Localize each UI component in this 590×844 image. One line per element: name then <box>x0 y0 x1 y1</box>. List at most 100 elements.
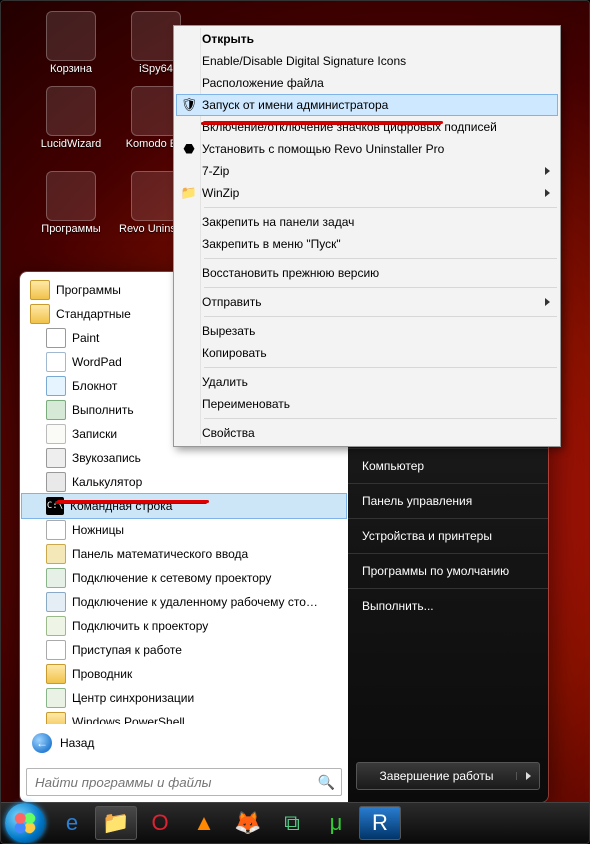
program-label: Проводник <box>72 667 132 681</box>
context-menu-label: Удалить <box>202 375 546 389</box>
program-item[interactable]: Панель математического ввода <box>22 542 346 566</box>
context-menu-icon: 🛡 <box>176 97 202 113</box>
context-menu-item[interactable]: 7-Zip <box>176 160 558 182</box>
taskbar-item-app1[interactable]: ⧉ <box>271 806 313 840</box>
context-menu-item[interactable]: 🛡Запуск от имени администратора <box>176 94 558 116</box>
context-menu-item[interactable]: Переименовать <box>176 393 558 415</box>
start-right-item[interactable]: Компьютер <box>348 453 548 479</box>
context-menu-item[interactable]: Включение/отключение значков цифровых по… <box>176 116 558 138</box>
context-menu-label: Расположение файла <box>202 76 546 90</box>
context-menu-item[interactable]: 📁WinZip <box>176 182 558 204</box>
context-menu-label: Свойства <box>202 426 546 440</box>
context-menu-label: Отправить <box>202 295 546 309</box>
context-menu-label: Переименовать <box>202 397 546 411</box>
search-input[interactable] <box>33 770 318 794</box>
program-item[interactable]: Ножницы <box>22 518 346 542</box>
program-label: Блокнот <box>72 379 117 393</box>
program-label: Подключить к проектору <box>72 619 208 633</box>
program-item[interactable]: Центр синхронизации <box>22 686 346 710</box>
program-item[interactable]: Калькулятор <box>22 470 346 494</box>
back-icon: ← <box>32 733 52 753</box>
search-box[interactable]: 🔍 <box>26 768 342 796</box>
program-label: Стандартные <box>56 307 131 321</box>
program-label: Windows PowerShell <box>72 715 185 724</box>
program-item[interactable]: Проводник <box>22 662 346 686</box>
program-item[interactable]: Подключение к удаленному рабочему сто… <box>22 590 346 614</box>
context-menu: Открыть Enable/Disable Digital Signature … <box>173 25 561 447</box>
start-right-item[interactable]: Панель управления <box>348 488 548 514</box>
start-button[interactable] <box>5 803 45 843</box>
context-menu-label: Запуск от имени администратора <box>202 98 546 112</box>
context-menu-item[interactable]: Закрепить в меню "Пуск" <box>176 233 558 255</box>
context-menu-item[interactable]: Закрепить на панели задач <box>176 211 558 233</box>
taskbar-item-firefox[interactable]: 🦊 <box>227 806 269 840</box>
program-item[interactable]: Подключение к сетевому проектору <box>22 566 346 590</box>
taskbar-item-utorrent[interactable]: μ <box>315 806 357 840</box>
program-label: WordPad <box>72 355 122 369</box>
program-icon <box>46 352 66 372</box>
context-menu-item[interactable]: Удалить <box>176 371 558 393</box>
program-icon <box>46 376 66 396</box>
taskbar-item-app2[interactable]: R <box>359 806 401 840</box>
context-menu-label: Enable/Disable Digital Signature Icons <box>202 54 546 68</box>
program-icon <box>46 616 66 636</box>
context-menu-label: Закрепить в меню "Пуск" <box>202 237 546 251</box>
context-menu-label: Открыть <box>202 32 546 46</box>
program-label: Приступая к работе <box>72 643 182 657</box>
program-item[interactable]: Звукозапись <box>22 446 346 470</box>
shutdown-button[interactable]: Завершение работы <box>356 762 540 790</box>
desktop-icon[interactable]: LucidWizard <box>31 86 111 150</box>
program-icon: C:\ <box>46 497 64 515</box>
program-icon <box>46 640 66 660</box>
taskbar-item-ie[interactable]: e <box>51 806 93 840</box>
back-button[interactable]: ← Назад <box>24 728 344 758</box>
start-right-item[interactable]: Устройства и принтеры <box>348 523 548 549</box>
shutdown-label: Завершение работы <box>357 769 516 783</box>
program-item[interactable]: C:\ Командная строка <box>22 494 346 518</box>
program-label: Калькулятор <box>72 475 142 489</box>
search-icon: 🔍 <box>318 774 335 791</box>
program-icon <box>46 664 66 684</box>
context-menu-label: Установить с помощью Revo Uninstaller Pr… <box>202 142 546 156</box>
start-right-item[interactable]: Выполнить... <box>348 593 548 619</box>
context-menu-item[interactable]: Открыть <box>176 28 558 50</box>
context-menu-item[interactable]: Отправить <box>176 291 558 313</box>
program-item[interactable]: Windows PowerShell <box>22 710 346 724</box>
program-label: Программы <box>56 283 121 297</box>
program-label: Командная строка <box>70 499 172 513</box>
context-menu-item[interactable]: Вырезать <box>176 320 558 342</box>
taskbar-item-aimp[interactable]: ▲ <box>183 806 225 840</box>
desktop-icon[interactable]: Программы <box>31 171 111 235</box>
program-item[interactable]: Подключить к проектору <box>22 614 346 638</box>
program-icon <box>46 544 66 564</box>
program-label: Записки <box>72 427 117 441</box>
context-menu-item[interactable]: Копировать <box>176 342 558 364</box>
context-menu-item[interactable]: ⬣Установить с помощью Revo Uninstaller P… <box>176 138 558 160</box>
shutdown-options[interactable] <box>516 772 539 780</box>
program-icon <box>30 280 50 300</box>
context-menu-label: 7-Zip <box>202 164 546 178</box>
program-label: Подключение к сетевому проектору <box>72 571 271 585</box>
context-menu-icon: 📁 <box>176 185 202 201</box>
context-menu-item[interactable]: Свойства <box>176 422 558 444</box>
start-right-item[interactable]: Программы по умолчанию <box>348 558 548 584</box>
program-label: Paint <box>72 331 99 345</box>
context-menu-item[interactable]: Расположение файла <box>176 72 558 94</box>
context-menu-label: Закрепить на панели задач <box>202 215 546 229</box>
taskbar-item-explorer[interactable]: 📁 <box>95 806 137 840</box>
program-item[interactable]: Приступая к работе <box>22 638 346 662</box>
program-label: Выполнить <box>72 403 134 417</box>
context-menu-item[interactable]: Восстановить прежнюю версию <box>176 262 558 284</box>
program-label: Центр синхронизации <box>72 691 194 705</box>
program-icon <box>46 400 66 420</box>
context-menu-icon: ⬣ <box>176 141 202 157</box>
context-menu-label: WinZip <box>202 186 546 200</box>
taskbar-item-opera[interactable]: O <box>139 806 181 840</box>
context-menu-label: Восстановить прежнюю версию <box>202 266 546 280</box>
program-label: Ножницы <box>72 523 124 537</box>
program-icon <box>46 592 66 612</box>
desktop-icon[interactable]: Корзина <box>31 11 111 75</box>
context-menu-label: Вырезать <box>202 324 546 338</box>
context-menu-item[interactable]: Enable/Disable Digital Signature Icons <box>176 50 558 72</box>
program-icon <box>46 448 66 468</box>
